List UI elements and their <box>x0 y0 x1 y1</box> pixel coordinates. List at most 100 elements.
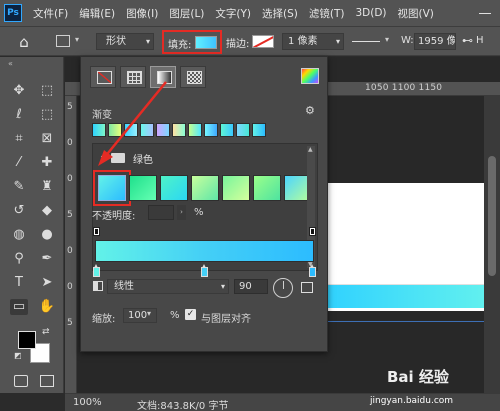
recent-gradient-swatch[interactable] <box>156 123 170 137</box>
gradient-swatch-selected[interactable] <box>93 170 131 206</box>
stroke-swatch-button[interactable] <box>252 35 274 48</box>
chevron-down-icon[interactable]: ▾ <box>147 309 151 318</box>
marquee-tool-icon[interactable]: ⬚ <box>38 83 56 99</box>
menu-image[interactable]: 图像(I) <box>126 6 158 21</box>
link-icon[interactable]: ⊷ <box>462 34 473 47</box>
recent-gradient-swatch[interactable] <box>220 123 234 137</box>
tool-mode-dropdown[interactable]: 形状 ▾ <box>96 33 154 50</box>
reverse-gradient-icon[interactable] <box>301 282 313 293</box>
align-with-layer-checkbox[interactable]: ✓ <box>185 309 196 320</box>
paint-bucket-tool-icon[interactable]: ◍ <box>10 227 28 243</box>
gradient-swatch[interactable] <box>129 175 157 201</box>
collapse-panel-icon[interactable]: « <box>8 59 13 68</box>
menu-3d[interactable]: 3D(D) <box>355 7 386 19</box>
angle-dial[interactable] <box>273 278 293 298</box>
recent-gradient-swatch[interactable] <box>188 123 202 137</box>
home-icon[interactable]: ⌂ <box>14 32 34 52</box>
frame-tool-icon[interactable]: ⊠ <box>38 131 56 147</box>
recent-gradient-swatch[interactable] <box>108 123 122 137</box>
stroke-line-style-button[interactable] <box>352 41 380 42</box>
type-tool-icon[interactable]: T <box>10 275 28 291</box>
recent-gradient-swatch[interactable] <box>204 123 218 137</box>
gradient-preview-bar[interactable] <box>95 240 314 262</box>
chevron-up-icon[interactable]: ▲ <box>308 146 313 153</box>
width-field[interactable]: 1959 像 <box>414 33 456 50</box>
menu-type[interactable]: 文字(Y) <box>215 6 251 21</box>
path-select-tool-icon[interactable]: ➤ <box>38 275 56 291</box>
opacity-stop-left[interactable] <box>93 227 100 236</box>
chevron-down-icon[interactable]: ▾ <box>75 35 79 44</box>
menu-select[interactable]: 选择(S) <box>262 6 298 21</box>
color-stop-left[interactable] <box>93 264 100 277</box>
color-stop-middle[interactable] <box>201 264 208 277</box>
color-stop-right[interactable] <box>309 264 316 277</box>
foreground-color-swatch[interactable] <box>18 331 36 349</box>
fill-swatch-button[interactable] <box>195 36 217 49</box>
chevron-down-icon[interactable]: ⌄ <box>99 151 107 161</box>
menu-view[interactable]: 视图(V) <box>398 6 434 21</box>
recent-gradient-swatch[interactable] <box>140 123 154 137</box>
pattern-fill-button[interactable] <box>180 66 206 88</box>
vertical-scrollbar[interactable] <box>484 96 500 393</box>
quick-mask-icon[interactable] <box>14 375 28 387</box>
object-select-tool-icon[interactable]: ⬚ <box>38 107 56 123</box>
blur-tool-icon[interactable]: ● <box>38 227 56 243</box>
recent-gradients <box>92 123 266 138</box>
eraser-tool-icon[interactable]: ◆ <box>38 203 56 219</box>
stroke-size-dropdown[interactable]: 1 像素 ▾ <box>282 33 344 50</box>
gear-icon[interactable]: ⚙ <box>305 104 315 117</box>
swap-colors-icon[interactable]: ⇄ <box>42 327 50 337</box>
gradient-fill-button[interactable] <box>150 66 176 88</box>
zoom-level[interactable]: 100% <box>73 397 102 408</box>
width-label: W: <box>401 35 414 46</box>
solid-fill-button[interactable] <box>120 66 146 88</box>
opacity-field[interactable] <box>148 205 174 220</box>
recent-gradient-swatch[interactable] <box>236 123 250 137</box>
gradient-swatch[interactable] <box>191 175 219 201</box>
gradient-swatch[interactable] <box>253 175 281 201</box>
recent-gradient-swatch[interactable] <box>172 123 186 137</box>
scale-field[interactable]: 100 <box>123 308 157 323</box>
menu-layer[interactable]: 图层(L) <box>169 6 204 21</box>
minimize-button[interactable] <box>478 6 492 20</box>
color-picker-icon[interactable] <box>301 68 319 84</box>
folder-label: 绿色 <box>133 155 153 166</box>
scrollbar-thumb[interactable] <box>488 156 496 276</box>
hand-tool-icon[interactable]: ✋ <box>38 299 56 315</box>
lasso-tool-icon[interactable]: ℓ <box>10 107 28 123</box>
angle-field[interactable]: 90 <box>234 279 268 294</box>
gradient-swatch[interactable] <box>222 175 250 201</box>
chevron-right-icon[interactable]: › <box>177 205 186 220</box>
gradient-shape-layer[interactable] <box>322 284 490 308</box>
recent-gradient-swatch[interactable] <box>92 123 106 137</box>
opacity-label: 不透明度: <box>92 211 136 222</box>
gradient-style-dropdown[interactable]: 线性 ▾ <box>107 279 229 294</box>
pen-tool-icon[interactable]: ✒ <box>38 251 56 267</box>
default-colors-icon[interactable]: ◩ <box>14 351 22 360</box>
menu-filter[interactable]: 滤镜(T) <box>309 6 345 21</box>
rectangle-tool-preset-icon[interactable] <box>56 35 70 47</box>
brush-tool-icon[interactable]: ✎ <box>10 179 28 195</box>
move-tool-icon[interactable]: ✥ <box>10 83 28 99</box>
crop-tool-icon[interactable]: ⌗ <box>10 131 28 147</box>
gradient-swatch[interactable] <box>160 175 188 201</box>
menu-edit[interactable]: 编辑(E) <box>79 6 115 21</box>
recent-gradient-swatch[interactable] <box>124 123 138 137</box>
stamp-tool-icon[interactable]: ♜ <box>38 179 56 195</box>
gradient-folder-green[interactable]: ⌄ 绿色 <box>93 150 303 166</box>
healing-tool-icon[interactable]: ✚ <box>38 155 56 171</box>
eyedropper-tool-icon[interactable]: ⁄ <box>10 155 28 171</box>
fill-popup-panel: 渐变 ⚙ ⌄ 绿色 ▲ ▼ 不透明度: › % 线性 ▾ 90 缩放: 100 … <box>80 56 328 352</box>
no-fill-button[interactable] <box>90 66 116 88</box>
menu-file[interactable]: 文件(F) <box>33 6 68 21</box>
dodge-tool-icon[interactable]: ⚲ <box>10 251 28 267</box>
opacity-stop-right[interactable] <box>309 227 316 236</box>
rectangle-tool-icon[interactable]: ▭ <box>10 299 28 315</box>
fill-control-highlight: 填充: <box>162 30 222 54</box>
ruler-ticks: 1050 1100 1150 <box>365 83 443 93</box>
history-brush-tool-icon[interactable]: ↺ <box>10 203 28 219</box>
screen-mode-icon[interactable] <box>40 375 54 387</box>
stroke-label: 描边: <box>226 39 250 50</box>
recent-gradient-swatch[interactable] <box>252 123 266 137</box>
chevron-down-icon[interactable]: ▾ <box>385 35 389 44</box>
